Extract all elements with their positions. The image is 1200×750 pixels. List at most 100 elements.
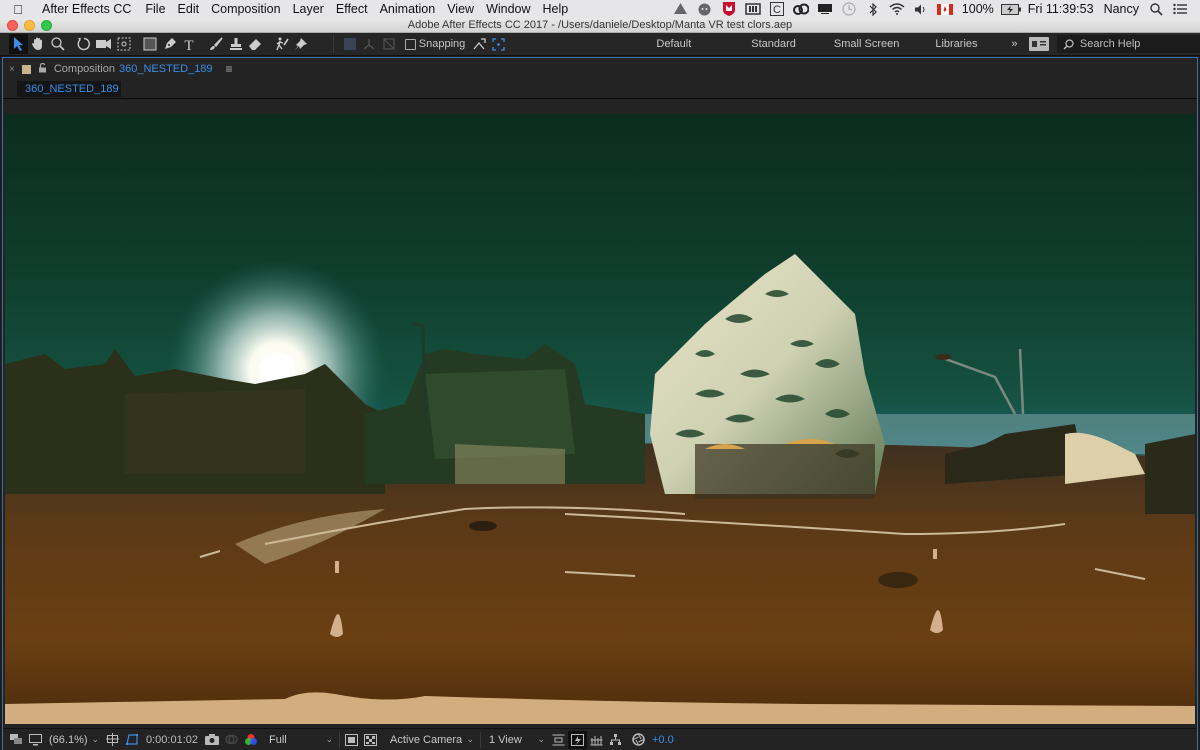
resolution-grid-icon[interactable]: [103, 731, 122, 749]
pen-tool-icon[interactable]: [160, 34, 180, 54]
search-icon: [1063, 38, 1074, 49]
workspace-menu-icon[interactable]: [1029, 37, 1049, 51]
view-axis-mode-icon[interactable]: [379, 34, 399, 54]
world-axis-mode-icon[interactable]: [360, 34, 380, 54]
reset-exposure-icon[interactable]: [629, 731, 648, 749]
magnification-dropdown[interactable]: (66.1%) ⌄: [45, 734, 103, 746]
comp-label-color-swatch[interactable]: [21, 64, 31, 74]
3d-view-dropdown[interactable]: Active Camera ⌄: [386, 734, 478, 746]
viewer-frame-image: [5, 114, 1195, 724]
flowchart-icon[interactable]: [606, 731, 625, 749]
window-minimize-button[interactable]: [24, 19, 35, 31]
toggle-pixel-aspect-icon[interactable]: [549, 731, 568, 749]
window-titlebar: Adobe After Effects CC 2017 - /Users/dan…: [0, 18, 1200, 33]
timeline-icon[interactable]: [587, 731, 606, 749]
search-help-placeholder: Search Help: [1079, 38, 1141, 50]
panel-close-button[interactable]: ×: [9, 64, 15, 75]
menu-after-effects[interactable]: After Effects CC: [36, 2, 137, 16]
bluetooth-icon[interactable]: [861, 1, 885, 17]
snapping-checkbox[interactable]: [404, 38, 416, 50]
eraser-tool-icon[interactable]: [245, 34, 265, 54]
wifi-icon[interactable]: [885, 1, 909, 17]
exposure-value[interactable]: +0.0: [648, 734, 674, 746]
show-snapshot-icon[interactable]: [222, 731, 241, 749]
lock-icon[interactable]: [38, 62, 47, 76]
snapping-label: Snapping: [418, 38, 466, 50]
chevron-down-icon: ⌄: [537, 734, 545, 744]
rectangle-tool-icon[interactable]: [140, 34, 160, 54]
roto-brush-tool-icon[interactable]: [272, 34, 292, 54]
brush-tool-icon[interactable]: [206, 34, 226, 54]
ram-chip-icon[interactable]: [741, 1, 765, 17]
take-snapshot-icon[interactable]: [202, 731, 222, 749]
composition-viewer[interactable]: [5, 114, 1195, 724]
panel-tab-label[interactable]: Composition: [54, 63, 115, 75]
resolution-dropdown[interactable]: Full ⌄: [265, 734, 337, 746]
chat-bubble-icon[interactable]: [693, 1, 717, 17]
spotlight-search-icon[interactable]: [1144, 1, 1168, 17]
menu-animation[interactable]: Animation: [374, 2, 442, 16]
panel-comp-name[interactable]: 360_NESTED_189: [119, 63, 213, 75]
show-channel-icon[interactable]: [241, 731, 261, 749]
workspace-small-screen[interactable]: Small Screen: [818, 38, 921, 50]
region-of-interest-icon[interactable]: [342, 731, 361, 749]
c-box-icon[interactable]: C: [765, 1, 789, 17]
menu-layer[interactable]: Layer: [287, 2, 330, 16]
search-help-field[interactable]: Search Help: [1056, 35, 1200, 53]
view-layout-value: 1 View: [489, 733, 522, 746]
current-timecode[interactable]: 0:00:01:02: [142, 734, 202, 746]
workspace-overflow-button[interactable]: »: [1006, 38, 1024, 50]
type-tool-icon[interactable]: T: [180, 34, 200, 54]
mcafee-shield-icon[interactable]: [717, 1, 741, 17]
always-preview-icon[interactable]: [7, 731, 26, 749]
puppet-pin-tool-icon[interactable]: [292, 34, 312, 54]
view-layout-dropdown[interactable]: 1 View ⌄: [485, 734, 549, 746]
primary-display-icon[interactable]: [26, 731, 45, 749]
tools-panel: T Snapping Default Standard Small Screen…: [0, 33, 1200, 56]
window-close-button[interactable]: [7, 19, 18, 31]
window-maximize-button[interactable]: [41, 19, 52, 31]
pan-behind-tool-icon[interactable]: [114, 34, 134, 54]
workspace-standard[interactable]: Standard: [713, 38, 818, 50]
clone-stamp-tool-icon[interactable]: [226, 34, 246, 54]
rotation-tool-icon[interactable]: [75, 34, 95, 54]
creative-cloud-icon[interactable]: [789, 1, 813, 17]
snapping-toggle[interactable]: Snapping: [404, 38, 466, 50]
workspace-libraries[interactable]: Libraries: [921, 38, 999, 50]
time-machine-icon[interactable]: [837, 1, 861, 17]
panel-menu-icon[interactable]: ≡: [226, 62, 233, 76]
menu-window[interactable]: Window: [480, 2, 536, 16]
camera-tool-icon[interactable]: [94, 34, 114, 54]
menu-effect[interactable]: Effect: [330, 2, 374, 16]
notification-center-icon[interactable]: [1168, 1, 1192, 17]
google-drive-icon[interactable]: [669, 1, 693, 17]
battery-percent: 100%: [961, 2, 994, 16]
transparency-grid-icon[interactable]: [361, 731, 380, 749]
menubar-user[interactable]: Nancy: [1099, 2, 1144, 16]
apple-menu-icon[interactable]: : [0, 2, 36, 17]
workspace-default[interactable]: Default: [656, 38, 713, 50]
toggle-mask-visibility-icon[interactable]: [122, 731, 142, 749]
svg-text:T: T: [185, 38, 194, 51]
menu-file[interactable]: File: [139, 2, 171, 16]
magnification-value: (66.1%): [49, 733, 88, 746]
menu-edit[interactable]: Edit: [172, 2, 206, 16]
menubar-clock[interactable]: Fri 11:39:53: [1023, 2, 1099, 16]
window-title: Adobe After Effects CC 2017 - /Users/dan…: [407, 19, 793, 31]
menu-view[interactable]: View: [441, 2, 480, 16]
local-axis-mode-icon[interactable]: [340, 34, 360, 54]
display-icon[interactable]: [813, 1, 837, 17]
chevron-down-icon: ⌄: [325, 734, 333, 744]
selection-tool-icon[interactable]: [8, 34, 29, 54]
comp-breadcrumb[interactable]: 360_NESTED_189: [17, 81, 121, 97]
menu-composition[interactable]: Composition: [205, 2, 286, 16]
zoom-tool-icon[interactable]: [48, 34, 68, 54]
battery-charging-icon[interactable]: [999, 1, 1023, 17]
fast-previews-icon[interactable]: [568, 730, 587, 749]
canada-flag-icon[interactable]: [933, 1, 957, 17]
snap-features-icon[interactable]: [489, 34, 509, 54]
volume-icon[interactable]: [909, 1, 933, 17]
menu-help[interactable]: Help: [537, 2, 575, 16]
hand-tool-icon[interactable]: [28, 34, 48, 54]
snap-edges-icon[interactable]: [469, 34, 489, 54]
